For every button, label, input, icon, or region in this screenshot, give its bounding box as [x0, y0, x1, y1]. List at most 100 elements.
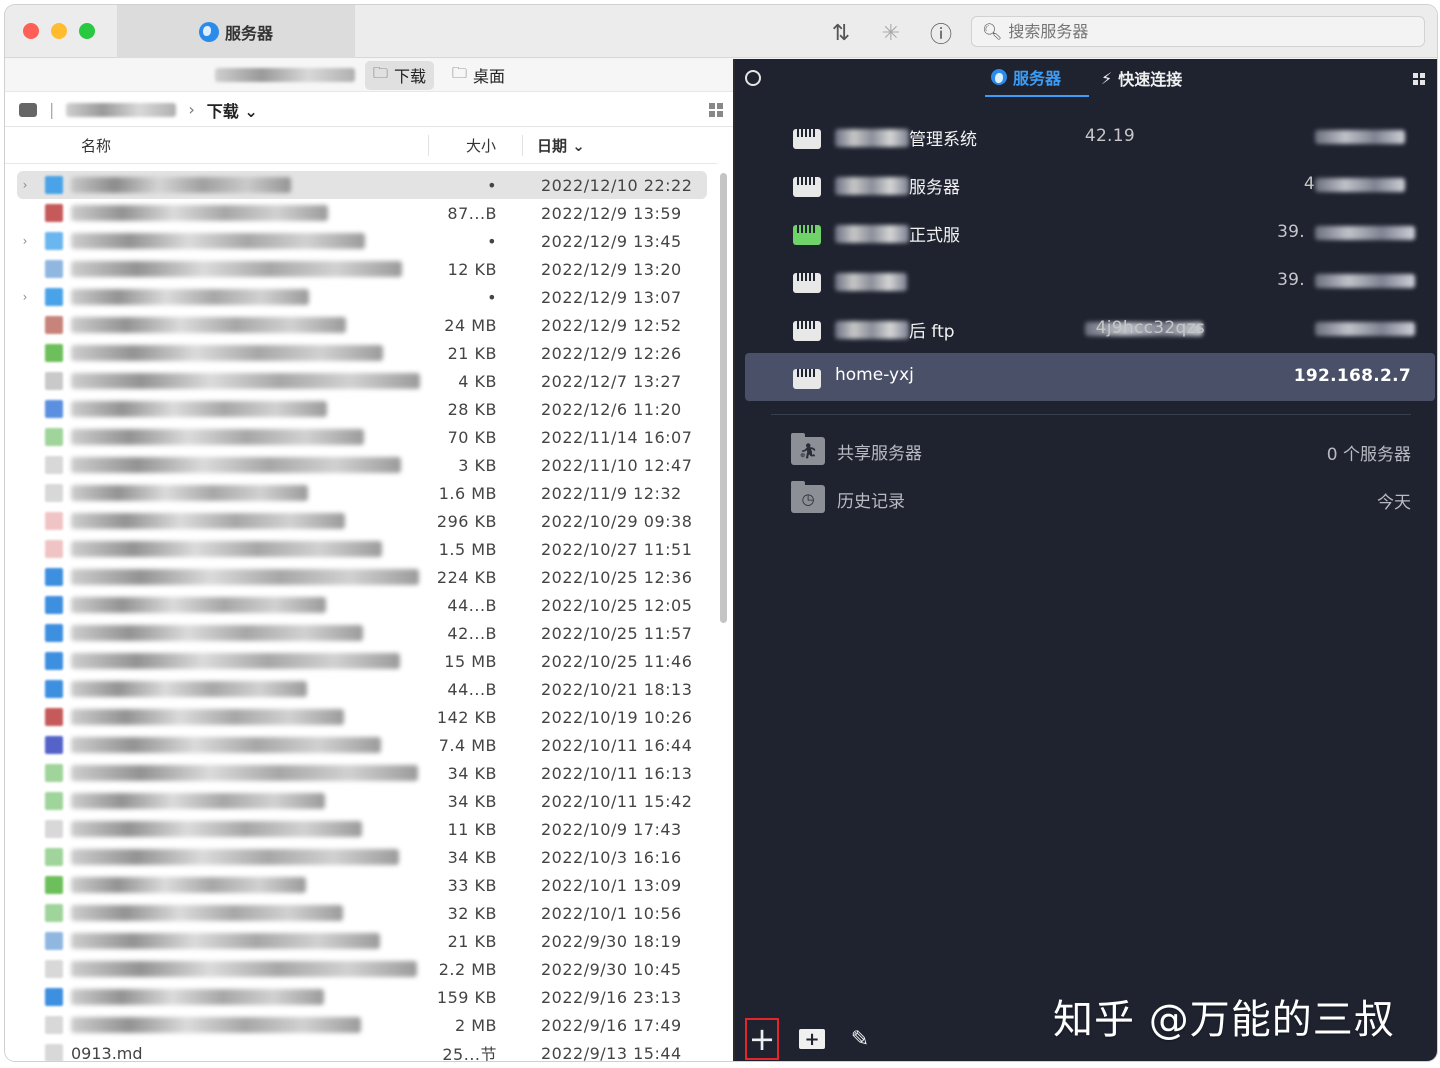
minimize-window-button[interactable] [51, 23, 67, 39]
spinner-icon[interactable]: ✳ [877, 19, 905, 47]
window-tab[interactable]: 服务器 [117, 5, 355, 58]
file-row[interactable]: 21 KB 2022/9/30 18:19 [17, 927, 707, 955]
file-row[interactable]: 142 KB 2022/10/19 10:26 [17, 703, 707, 731]
file-row[interactable]: 34 KB 2022/10/11 16:13 [17, 759, 707, 787]
close-window-button[interactable] [23, 23, 39, 39]
chevron-right-icon[interactable]: › [17, 234, 33, 248]
file-date: 2022/10/29 09:38 [541, 511, 693, 531]
info-icon[interactable]: ⓘ [927, 19, 955, 48]
folder-plus-icon: + [799, 1029, 825, 1050]
file-date: 2022/12/9 13:07 [541, 287, 682, 307]
file-name-hidden [71, 933, 380, 949]
separator: | [49, 100, 55, 119]
file-row[interactable]: 28 KB 2022/12/6 11:20 [17, 395, 707, 423]
file-row[interactable]: 2 MB 2022/9/16 17:49 [17, 1011, 707, 1039]
chevron-right-icon[interactable]: › [17, 178, 33, 192]
scrollbar[interactable] [718, 169, 728, 1059]
file-name-hidden [71, 317, 346, 333]
file-size: 1.6 MB [438, 483, 497, 503]
file-date: 2022/10/19 10:26 [541, 707, 693, 727]
file-row[interactable]: 7.4 MB 2022/10/11 16:44 [17, 731, 707, 759]
file-row[interactable]: 2.2 MB 2022/9/30 10:45 [17, 955, 707, 983]
file-size: 87...B [447, 203, 497, 223]
view-toggle-icon[interactable] [709, 103, 723, 117]
group-history[interactable]: ◷ 历史记录 今天 [745, 475, 1435, 523]
file-row[interactable]: 0913.md 25...节 2022/9/13 15:44 [17, 1039, 707, 1061]
file-size: • [487, 231, 497, 251]
path-current[interactable]: 下载 ⌄ [207, 98, 258, 122]
file-date: 2022/10/11 16:13 [541, 763, 693, 783]
file-row[interactable]: 70 KB 2022/11/14 16:07 [17, 423, 707, 451]
shortcut-downloads[interactable]: 🗀 下载 [365, 60, 435, 90]
server-row[interactable]: 管理系统 42.19 [745, 113, 1435, 161]
shortcut-hidden[interactable] [215, 68, 355, 82]
file-row[interactable]: 11 KB 2022/10/9 17:43 [17, 815, 707, 843]
file-row[interactable]: 21 KB 2022/12/9 12:26 [17, 339, 707, 367]
file-row[interactable]: 159 KB 2022/9/16 23:13 [17, 983, 707, 1011]
file-icon [45, 204, 63, 222]
sort-icon[interactable]: ⇅ [827, 19, 855, 47]
file-row[interactable]: 33 KB 2022/10/1 13:09 [17, 871, 707, 899]
file-size: 142 KB [436, 707, 497, 727]
path-parent[interactable] [66, 102, 177, 117]
server-row[interactable]: 正式服 39. [745, 209, 1435, 257]
file-size: 34 KB [447, 847, 497, 867]
ethernet-icon [793, 365, 821, 389]
file-row[interactable]: 44...B 2022/10/25 12:05 [17, 591, 707, 619]
file-row[interactable]: 4 KB 2022/12/7 13:27 [17, 367, 707, 395]
tab-servers[interactable]: 服务器 [985, 59, 1089, 97]
file-name-hidden [71, 653, 400, 669]
column-date[interactable]: 日期 ⌄ [523, 135, 703, 156]
server-row[interactable]: 后 ftp 4j9hcc32qzs [745, 305, 1435, 353]
file-row[interactable]: 42...B 2022/10/25 11:57 [17, 619, 707, 647]
column-size[interactable]: 大小 [429, 135, 523, 156]
tab-quick-connect[interactable]: ⚡︎ 快速连接 [1101, 59, 1182, 97]
group-shared-servers[interactable]: ⛹︎ 共享服务器 0 个服务器 [745, 427, 1435, 475]
search-field[interactable]: 🔍︎ [971, 16, 1425, 47]
file-row[interactable]: 3 KB 2022/11/10 12:47 [17, 451, 707, 479]
file-row[interactable]: › • 2022/12/9 13:45 [17, 227, 707, 255]
file-row[interactable]: 24 MB 2022/12/9 12:52 [17, 311, 707, 339]
server-row[interactable]: 服务器 4 [745, 161, 1435, 209]
zoom-window-button[interactable] [79, 23, 95, 39]
file-row[interactable]: 12 KB 2022/12/9 13:20 [17, 255, 707, 283]
layout-grid-icon[interactable] [1413, 73, 1425, 85]
file-icon [45, 624, 63, 642]
new-folder-button[interactable]: + [797, 1024, 827, 1054]
file-date: 2022/12/9 12:26 [541, 343, 682, 363]
file-row[interactable]: 15 MB 2022/10/25 11:46 [17, 647, 707, 675]
server-name: 管理系统 [909, 130, 977, 150]
file-icon [45, 876, 63, 894]
file-name-hidden [71, 793, 325, 809]
file-row[interactable]: 44...B 2022/10/21 18:13 [17, 675, 707, 703]
file-row[interactable]: 1.6 MB 2022/11/9 12:32 [17, 479, 707, 507]
file-row[interactable]: 87...B 2022/12/9 13:59 [17, 199, 707, 227]
disk-icon[interactable] [19, 102, 37, 117]
file-icon [45, 792, 63, 810]
file-row[interactable]: 34 KB 2022/10/11 15:42 [17, 787, 707, 815]
file-size: • [487, 175, 497, 195]
file-row[interactable]: 224 KB 2022/10/25 12:36 [17, 563, 707, 591]
file-name-hidden [71, 681, 307, 697]
server-row[interactable]: 39. [745, 257, 1435, 305]
add-server-button[interactable]: + [745, 1018, 779, 1060]
edit-button[interactable]: ✎ [845, 1024, 875, 1054]
file-row[interactable]: › • 2022/12/9 13:07 [17, 283, 707, 311]
globe-icon[interactable] [745, 70, 761, 86]
file-row[interactable]: 34 KB 2022/10/3 16:16 [17, 843, 707, 871]
file-row[interactable]: › • 2022/12/10 22:22 [17, 171, 707, 199]
file-row[interactable]: 32 KB 2022/10/1 10:56 [17, 899, 707, 927]
file-name-hidden [71, 737, 381, 753]
file-row[interactable]: 296 KB 2022/10/29 09:38 [17, 507, 707, 535]
file-size: 21 KB [447, 931, 497, 951]
file-row[interactable]: 1.5 MB 2022/10/27 11:51 [17, 535, 707, 563]
file-size: 3 KB [458, 455, 497, 475]
server-row-selected[interactable]: home-yxj 192.168.2.7 [745, 353, 1435, 401]
shortcut-desktop[interactable]: 🗀 桌面 [444, 61, 513, 90]
scroll-thumb[interactable] [720, 173, 727, 623]
search-input[interactable] [1008, 22, 1389, 41]
file-size: 11 KB [447, 819, 497, 839]
file-date: 2022/10/27 11:51 [541, 539, 693, 559]
column-name[interactable]: 名称 [5, 135, 429, 156]
chevron-right-icon[interactable]: › [17, 290, 33, 304]
